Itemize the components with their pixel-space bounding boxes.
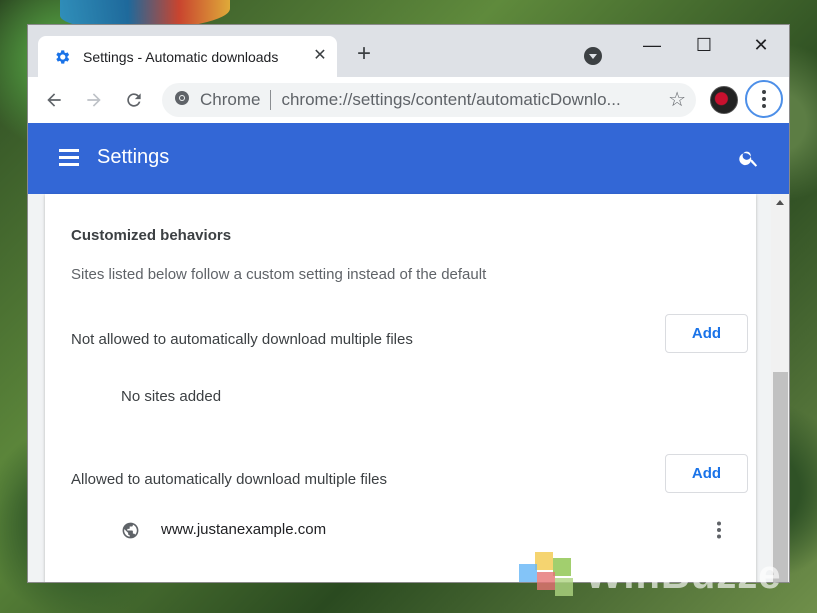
profile-avatar[interactable]: [710, 86, 738, 114]
back-arrow-icon[interactable]: [41, 87, 67, 113]
settings-content: Customized behaviors Sites listed below …: [28, 194, 771, 582]
section-heading: Customized behaviors: [71, 227, 232, 244]
blocked-empty-text: No sites added: [121, 388, 222, 405]
reload-icon[interactable]: [121, 87, 147, 113]
title-bar: Settings - Automatic downloads ✕ + — ☐ ✕: [28, 25, 789, 77]
allowed-site-url[interactable]: www.justanexample.com: [161, 521, 326, 538]
watermark-logo: [515, 550, 577, 600]
section-description: Sites listed below follow a custom setti…: [71, 266, 487, 283]
browser-toolbar: Chrome chrome://settings/content/automat…: [28, 77, 789, 123]
allowed-list-label: Allowed to automatically download multip…: [71, 471, 387, 488]
address-bar[interactable]: Chrome chrome://settings/content/automat…: [162, 83, 696, 117]
browser-window: Settings - Automatic downloads ✕ + — ☐ ✕…: [27, 24, 790, 583]
tab-title: Settings - Automatic downloads: [83, 48, 279, 65]
page-scrollbar[interactable]: [771, 194, 789, 582]
settings-card: Customized behaviors Sites listed below …: [45, 194, 756, 582]
kebab-menu-icon[interactable]: [745, 80, 783, 118]
new-tab-button[interactable]: +: [354, 42, 374, 66]
close-window-button[interactable]: ✕: [741, 31, 781, 59]
watermark: WinBuzze: [515, 550, 795, 600]
forward-arrow-icon[interactable]: [81, 87, 107, 113]
minimize-button[interactable]: —: [632, 31, 672, 59]
search-icon[interactable]: [738, 147, 760, 169]
omnibox-site-name: Chrome: [200, 90, 261, 109]
maximize-button[interactable]: ☐: [684, 31, 724, 59]
more-vert-icon[interactable]: [709, 520, 729, 540]
hamburger-icon[interactable]: [59, 149, 79, 166]
close-tab-icon[interactable]: ✕: [311, 47, 329, 65]
gear-icon: [53, 48, 71, 66]
add-blocked-site-button[interactable]: Add: [665, 314, 748, 353]
blocked-list-label: Not allowed to automatically download mu…: [71, 331, 413, 348]
settings-header: Settings: [28, 123, 789, 194]
chrome-logo-icon[interactable]: [174, 90, 190, 111]
page-title: Settings: [97, 146, 170, 168]
tab-settings[interactable]: Settings - Automatic downloads ✕: [38, 36, 337, 77]
scroll-up-arrow-icon[interactable]: [771, 194, 789, 211]
omnibox-url[interactable]: chrome://settings/content/automaticDownl…: [281, 90, 641, 110]
watermark-text: WinBuzze: [585, 552, 782, 597]
tab-search-icon[interactable]: [584, 47, 602, 65]
omnibox-divider: [270, 90, 272, 110]
star-icon[interactable]: ☆: [668, 90, 686, 110]
add-allowed-site-button[interactable]: Add: [665, 454, 748, 493]
globe-icon: [121, 521, 140, 540]
